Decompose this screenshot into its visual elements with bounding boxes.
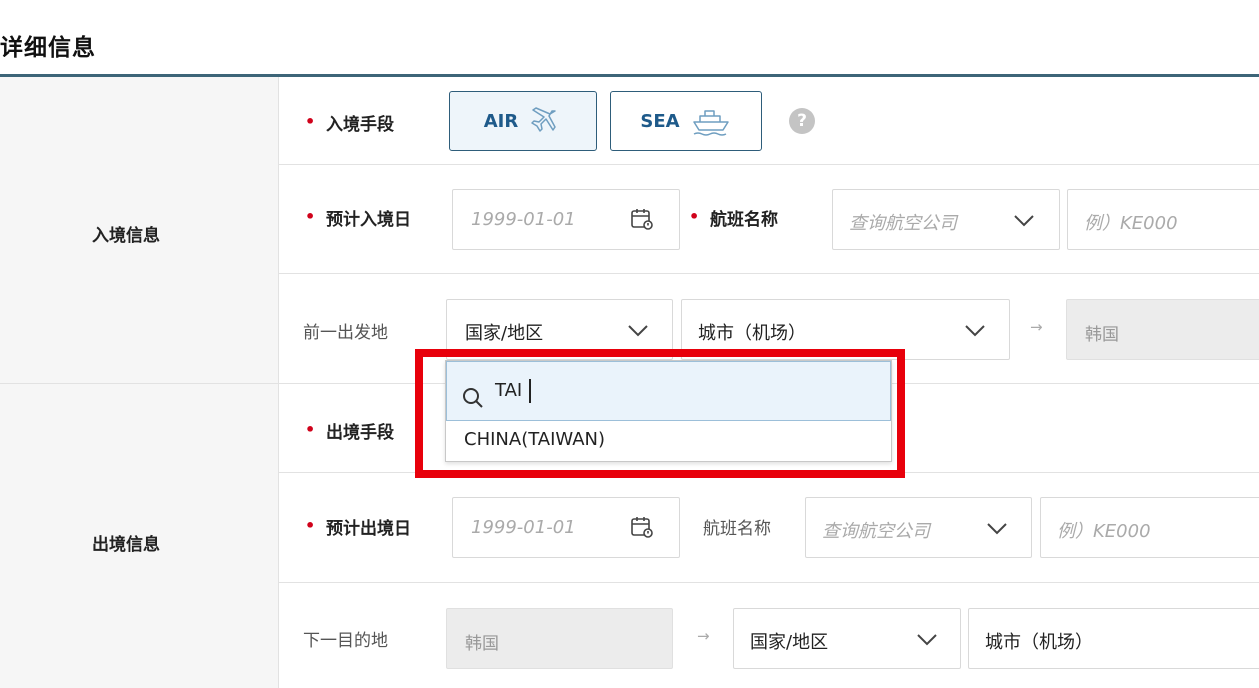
- exit-info-label: 出境信息: [92, 535, 160, 555]
- row-divider: [279, 582, 1259, 583]
- entry-city-value: 城市（机场）: [698, 323, 806, 344]
- exit-mode-label: 出境手段: [326, 423, 394, 443]
- ship-icon: [692, 110, 729, 136]
- airplane-icon: [531, 107, 556, 132]
- entry-destination-field: 韩国: [1066, 299, 1259, 360]
- required-marker: •: [305, 112, 316, 131]
- exit-origin-value: 韩国: [465, 634, 499, 654]
- chevron-down-icon: [917, 634, 937, 646]
- required-marker: •: [305, 207, 316, 226]
- arrow-right-icon: →: [697, 627, 710, 645]
- prev-departure-label: 前一出发地: [303, 323, 388, 343]
- entry-airline-select[interactable]: 查询航空公司: [832, 189, 1060, 250]
- entry-date-input[interactable]: 1999-01-01: [452, 189, 680, 250]
- chevron-down-icon: [965, 325, 985, 337]
- required-marker: •: [689, 207, 700, 226]
- sea-mode-label: SEA: [640, 110, 680, 132]
- next-destination-label: 下一目的地: [303, 631, 388, 651]
- exit-flight-label: 航班名称: [703, 519, 771, 539]
- sea-mode-button[interactable]: SEA: [610, 91, 762, 151]
- row-divider: [279, 164, 1259, 165]
- air-mode-button[interactable]: AIR: [449, 91, 597, 151]
- row-divider: [279, 273, 1259, 274]
- chevron-down-icon: [987, 523, 1007, 535]
- entry-destination-value: 韩国: [1085, 325, 1119, 345]
- exit-airline-select[interactable]: 查询航空公司: [805, 497, 1032, 558]
- exit-country-select[interactable]: 国家/地区: [733, 608, 961, 669]
- highlight-box: [415, 349, 905, 478]
- section-title: 详细信息: [0, 35, 96, 61]
- exit-date-placeholder: 1999-01-01: [471, 517, 576, 538]
- help-icon[interactable]: ?: [789, 108, 815, 134]
- chevron-down-icon: [1014, 215, 1034, 227]
- exit-flight-number-placeholder: 例）KE000: [1057, 521, 1151, 542]
- exit-country-value: 国家/地区: [750, 632, 829, 653]
- entry-flight-number-placeholder: 例）KE000: [1084, 213, 1178, 234]
- calendar-icon[interactable]: [629, 206, 655, 232]
- exit-city-select[interactable]: 城市（机场）: [968, 608, 1259, 669]
- exit-origin-field: 韩国: [446, 608, 673, 669]
- required-marker: •: [305, 420, 316, 439]
- exit-city-value: 城市（机场）: [985, 632, 1093, 653]
- required-marker: •: [305, 516, 316, 535]
- entry-flight-number-input[interactable]: 例）KE000: [1067, 189, 1259, 250]
- entry-flight-label: 航班名称: [710, 210, 778, 230]
- chevron-down-icon: [628, 325, 648, 337]
- entry-date-placeholder: 1999-01-01: [471, 209, 576, 230]
- calendar-icon[interactable]: [629, 514, 655, 540]
- entry-info-label: 入境信息: [92, 226, 160, 246]
- entry-date-label: 预计入境日: [326, 210, 411, 230]
- entry-country-value: 国家/地区: [465, 323, 544, 344]
- exit-airline-placeholder: 查询航空公司: [822, 521, 930, 542]
- entry-mode-label: 入境手段: [326, 115, 394, 135]
- exit-date-label: 预计出境日: [326, 519, 411, 539]
- entry-airline-placeholder: 查询航空公司: [849, 213, 957, 234]
- exit-date-input[interactable]: 1999-01-01: [452, 497, 680, 558]
- air-mode-label: AIR: [483, 110, 519, 132]
- exit-flight-number-input[interactable]: 例）KE000: [1040, 497, 1259, 558]
- arrow-right-icon: →: [1030, 318, 1043, 336]
